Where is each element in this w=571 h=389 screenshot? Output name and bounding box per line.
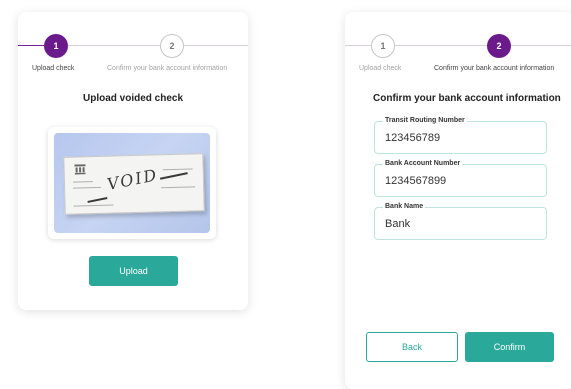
step-2-label: Confirm your bank account information: [434, 65, 555, 72]
check-line: [162, 168, 193, 171]
step-1-indicator: 1: [44, 34, 68, 58]
field-label: Bank Account Number: [383, 160, 463, 167]
upload-check-card: 1 2 Upload check Confirm your bank accou…: [18, 12, 248, 310]
void-stroke: [159, 172, 188, 180]
stepper: 1 2 Upload check Confirm your bank accou…: [18, 12, 248, 77]
stepper-line: [184, 45, 248, 46]
upload-button[interactable]: Upload: [89, 256, 178, 286]
voided-check-image: VOID: [48, 127, 216, 239]
field-value[interactable]: Bank: [385, 218, 410, 230]
check-line: [161, 186, 196, 189]
void-text: VOID: [105, 165, 160, 194]
bank-account-number-field[interactable]: Bank Account Number 1234567899: [374, 160, 547, 197]
field-label: Bank Name: [383, 203, 426, 210]
page-title: Confirm your bank account information: [373, 93, 561, 104]
check-paper: VOID: [63, 153, 205, 215]
transit-routing-number-field[interactable]: Transit Routing Number 123456789: [374, 117, 547, 154]
step-2-indicator: 2: [487, 34, 511, 58]
stepper-line: [395, 45, 487, 46]
step-1-indicator: 1: [371, 34, 395, 58]
stepper-line: [345, 45, 371, 46]
stepper: 1 2 Upload check Confirm your bank accou…: [345, 12, 571, 77]
check-line: [72, 181, 93, 183]
field-value[interactable]: 1234567899: [385, 175, 446, 187]
step-1-label: Upload check: [32, 65, 75, 72]
field-value[interactable]: 123456789: [385, 132, 440, 144]
check-line: [73, 186, 102, 189]
confirm-bank-info-card: 1 2 Upload check Confirm your bank accou…: [345, 12, 571, 389]
check-image-background: VOID: [54, 133, 210, 233]
bank-name-field[interactable]: Bank Name Bank: [374, 203, 547, 240]
confirm-button[interactable]: Confirm: [465, 332, 554, 362]
stepper-line: [511, 45, 571, 46]
page-title: Upload voided check: [82, 93, 184, 104]
step-1-label: Upload check: [359, 65, 402, 72]
step-2-indicator: 2: [160, 34, 184, 58]
bank-icon: [74, 164, 86, 175]
stepper-line: [68, 45, 160, 46]
back-button[interactable]: Back: [366, 332, 458, 362]
stepper-line: [18, 45, 44, 46]
check-line: [73, 204, 114, 207]
step-2-label: Confirm your bank account information: [107, 65, 228, 72]
field-label: Transit Routing Number: [383, 117, 467, 124]
void-stroke: [87, 196, 108, 203]
